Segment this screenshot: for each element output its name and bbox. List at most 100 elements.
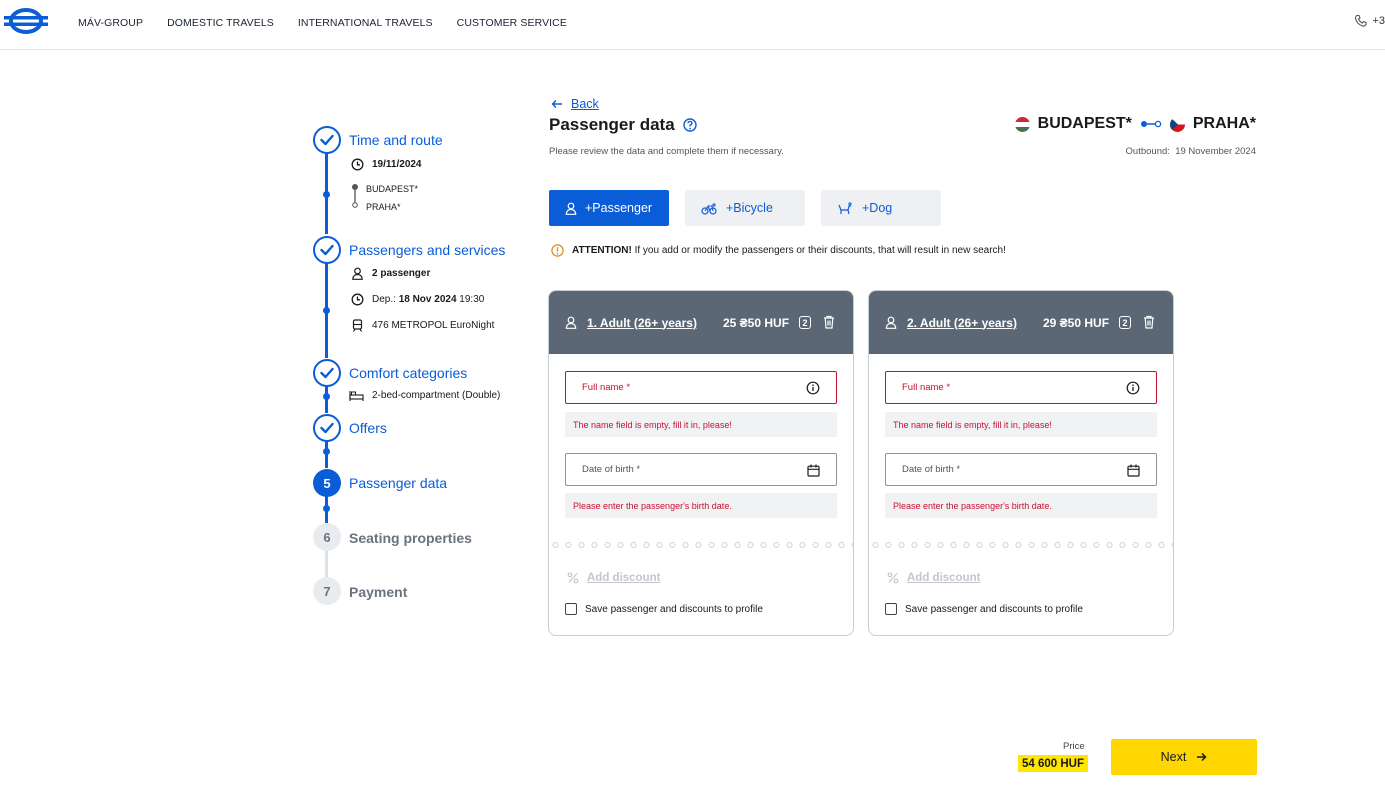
step-3-comfort: 2-bed-compartment (Double) bbox=[349, 389, 500, 402]
nav-link-international-travels[interactable]: INTERNATIONAL TRAVELS bbox=[298, 17, 433, 29]
nav-phone-number: +3 bbox=[1372, 15, 1385, 27]
step-2-passengers: 2 passenger bbox=[351, 267, 430, 280]
birth-date-error-message: Please enter the passenger's birth date. bbox=[885, 493, 1157, 518]
save-to-profile-checkbox[interactable] bbox=[565, 603, 577, 615]
total-price: 54 600 HUF bbox=[1018, 755, 1089, 772]
step-2-check-icon bbox=[313, 236, 341, 264]
hungary-flag-icon bbox=[1014, 116, 1030, 132]
clock-icon bbox=[351, 158, 364, 171]
person-icon bbox=[565, 316, 577, 329]
full-name-field[interactable]: Full name * bbox=[885, 371, 1157, 404]
nav-link-mav-group[interactable]: MÁV-GROUP bbox=[78, 17, 143, 29]
passenger-count-badge: 2 bbox=[799, 316, 811, 329]
person-icon bbox=[885, 316, 897, 329]
attention-notice: ATTENTION! If you add or modify the pass… bbox=[551, 244, 1006, 257]
name-error-message: The name field is empty, fill it in, ple… bbox=[885, 412, 1157, 437]
warning-icon bbox=[551, 244, 564, 257]
nav-link-domestic-travels[interactable]: DOMESTIC TRAVELS bbox=[167, 17, 274, 29]
percent-icon bbox=[887, 572, 899, 584]
date-of-birth-field[interactable]: Date of birth * bbox=[885, 453, 1157, 486]
outbound-date-value: 19 November 2024 bbox=[1175, 146, 1256, 157]
route-to: PRAHA* bbox=[366, 202, 401, 212]
route-from: BUDAPEST* bbox=[366, 184, 419, 194]
date-of-birth-field[interactable]: Date of birth * bbox=[565, 453, 837, 486]
add-bicycle-button[interactable]: +Bicycle bbox=[685, 190, 805, 226]
birth-date-error-message: Please enter the passenger's birth date. bbox=[565, 493, 837, 518]
page-title: Passenger data bbox=[549, 115, 697, 135]
top-navigation: MÁV-GROUP DOMESTIC TRAVELS INTERNATIONAL… bbox=[0, 0, 1385, 50]
percent-icon bbox=[567, 572, 579, 584]
arrow-right-icon bbox=[1197, 752, 1207, 762]
save-to-profile-option: Save passenger and discounts to profile bbox=[565, 603, 763, 615]
stepper-dot bbox=[323, 393, 330, 400]
step-1-date: 19/11/2024 bbox=[351, 158, 422, 171]
passenger-type-link[interactable]: 1. Adult (26+ years) bbox=[587, 316, 697, 330]
outbound-label: Outbound: bbox=[1125, 146, 1170, 157]
route-date: 19/11/2024 bbox=[372, 159, 422, 170]
back-label: Back bbox=[571, 97, 599, 111]
mav-logo-icon[interactable] bbox=[4, 7, 48, 35]
full-name-field[interactable]: Full name * bbox=[565, 371, 837, 404]
date-of-birth-placeholder: Date of birth * bbox=[902, 464, 961, 475]
clock-icon bbox=[351, 293, 364, 306]
info-icon[interactable] bbox=[806, 381, 820, 395]
step-1-title[interactable]: Time and route bbox=[349, 132, 443, 148]
departure-date: 18 Nov 2024 bbox=[398, 294, 457, 305]
czechia-flag-icon bbox=[1169, 116, 1185, 132]
full-name-placeholder: Full name * bbox=[902, 382, 951, 393]
calendar-icon[interactable] bbox=[1127, 464, 1140, 477]
stepper-dot bbox=[323, 191, 330, 198]
step-2-title[interactable]: Passengers and services bbox=[349, 242, 505, 258]
add-discount-link[interactable]: Add discount bbox=[887, 572, 980, 584]
trash-icon[interactable] bbox=[1143, 315, 1155, 329]
step-2-train: 476 METROPOL EuroNight bbox=[351, 319, 494, 332]
next-button[interactable]: Next bbox=[1111, 739, 1257, 775]
back-link[interactable]: Back bbox=[551, 97, 599, 111]
help-icon[interactable] bbox=[682, 118, 697, 132]
comfort-category: 2-bed-compartment (Double) bbox=[372, 390, 501, 401]
step-5-number: 5 bbox=[313, 469, 341, 497]
add-discount-label: Add discount bbox=[907, 572, 981, 584]
save-to-profile-label: Save passenger and discounts to profile bbox=[585, 603, 763, 615]
train-name: 476 METROPOL EuroNight bbox=[372, 320, 495, 331]
train-icon bbox=[352, 319, 363, 332]
step-2-departure: Dep.: 18 Nov 2024 19:30 bbox=[351, 293, 484, 306]
step-6-number: 6 bbox=[313, 523, 341, 551]
add-dog-button[interactable]: +Dog bbox=[821, 190, 941, 226]
nav-link-customer-service[interactable]: CUSTOMER SERVICE bbox=[457, 17, 567, 29]
full-name-placeholder: Full name * bbox=[582, 382, 631, 393]
save-to-profile-option: Save passenger and discounts to profile bbox=[885, 603, 1083, 615]
passenger-card-header: 1. Adult (26+ years) 25 ₴50 HUF 2 bbox=[549, 291, 853, 354]
nav-phone[interactable]: +3 bbox=[1354, 14, 1385, 28]
route-destination: PRAHA* bbox=[1192, 115, 1256, 132]
trash-icon[interactable] bbox=[823, 315, 835, 329]
stepper-dot bbox=[323, 448, 330, 455]
passenger-type-link[interactable]: 2. Adult (26+ years) bbox=[907, 316, 1017, 330]
save-to-profile-checkbox[interactable] bbox=[885, 603, 897, 615]
page-subtitle: Please review the data and complete them… bbox=[549, 146, 784, 157]
add-passenger-button[interactable]: +Passenger bbox=[549, 190, 669, 226]
step-7-title: Payment bbox=[349, 584, 408, 600]
phone-icon bbox=[1355, 14, 1368, 27]
step-5-title: Passenger data bbox=[349, 475, 448, 491]
stepper-dot bbox=[323, 307, 330, 314]
person-icon bbox=[565, 202, 577, 215]
save-to-profile-label: Save passenger and discounts to profile bbox=[905, 603, 1083, 615]
step-1-check-icon bbox=[313, 126, 341, 154]
dog-icon bbox=[838, 202, 852, 215]
add-discount-link[interactable]: Add discount bbox=[567, 572, 660, 584]
step-3-title[interactable]: Comfort categories bbox=[349, 365, 467, 381]
bed-icon bbox=[349, 391, 364, 401]
departure-label: Dep.: bbox=[372, 294, 396, 305]
calendar-icon[interactable] bbox=[807, 464, 820, 477]
step-4-check-icon bbox=[313, 414, 341, 442]
passenger-count: 2 passenger bbox=[372, 268, 431, 279]
info-icon[interactable] bbox=[1126, 381, 1140, 395]
stepper-rail bbox=[325, 550, 328, 577]
add-bicycle-label: +Bicycle bbox=[726, 201, 773, 215]
route-summary: BUDAPEST* PRAHA* bbox=[1014, 115, 1256, 133]
passenger-price: 25 ₴50 HUF bbox=[723, 316, 790, 330]
bicycle-icon bbox=[701, 202, 717, 215]
attention-label: ATTENTION! bbox=[572, 245, 632, 256]
step-4-title[interactable]: Offers bbox=[349, 420, 387, 436]
